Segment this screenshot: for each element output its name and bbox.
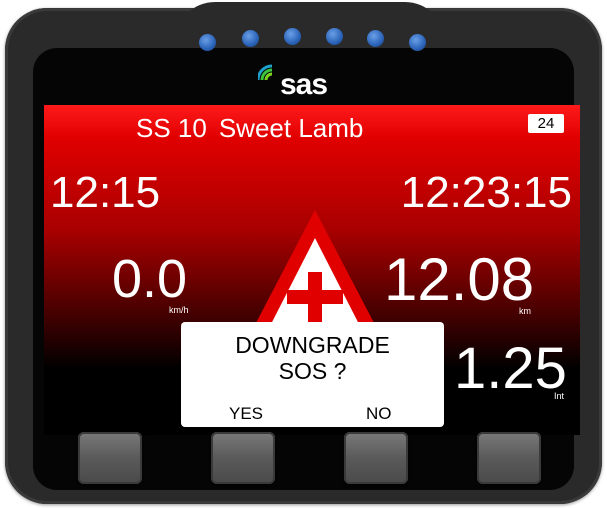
dialog-line-2: SOS ? [278, 358, 347, 384]
led-icon [242, 30, 259, 47]
hardware-button-2[interactable] [211, 432, 275, 484]
stage-title: SS 10 Sweet Lamb [136, 113, 363, 144]
led-icon [367, 30, 384, 47]
interval-readout: 1.25 [454, 336, 567, 401]
stage-number: SS 10 [136, 113, 207, 143]
downgrade-sos-dialog: DOWNGRADE SOS ? YES NO [181, 322, 444, 427]
speed-readout: 0.0 [112, 249, 188, 309]
count-badge: 24 [528, 114, 564, 133]
display-screen: SS 10 Sweet Lamb 24 12:15 12:23:15 0.0 km… [44, 105, 580, 435]
hardware-button-1[interactable] [78, 432, 142, 484]
time-left-readout: 12:15 [50, 168, 161, 217]
dialog-message: DOWNGRADE SOS ? [181, 332, 444, 384]
time-right-readout: 12:23:15 [400, 168, 572, 217]
brand-logo: sas [258, 58, 348, 102]
distance-unit-label: km [519, 306, 531, 316]
yes-button[interactable]: YES [229, 404, 263, 427]
interval-unit-label: Int [554, 391, 565, 401]
led-icon [409, 34, 426, 51]
hardware-button-4[interactable] [477, 432, 541, 484]
dialog-line-1: DOWNGRADE [235, 332, 390, 358]
brand-logo-text: sas [280, 68, 328, 101]
distance-readout: 12.08 [384, 246, 535, 313]
led-icon [199, 34, 216, 51]
speed-unit-label: km/h [169, 305, 189, 315]
stage-name: Sweet Lamb [218, 113, 364, 143]
hardware-button-3[interactable] [344, 432, 408, 484]
led-icon [326, 28, 343, 45]
no-button[interactable]: NO [366, 404, 392, 427]
led-icon [284, 28, 301, 45]
